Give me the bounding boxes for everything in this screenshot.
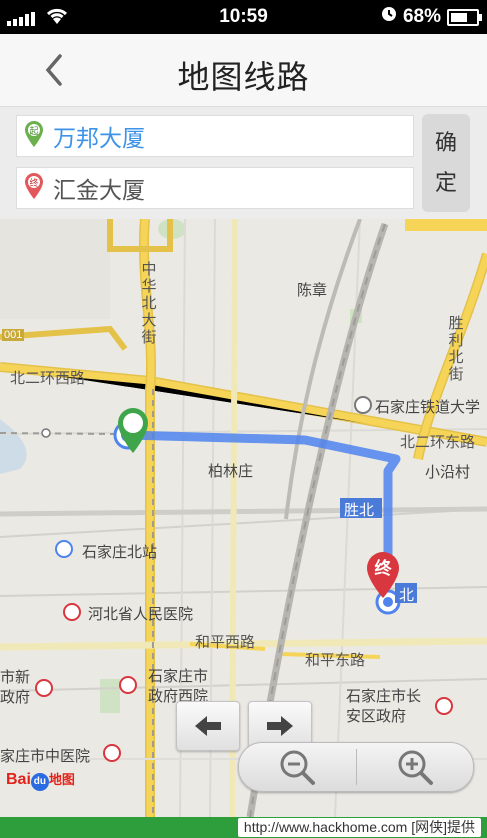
arrow-left-icon	[195, 716, 221, 736]
zoom-in-icon	[398, 750, 433, 785]
end-marker-text: 终	[375, 558, 393, 579]
map-label-zhonghua-north: 中华北大街	[141, 261, 157, 346]
zoom-control	[238, 742, 474, 792]
map-label-north-second-ring-west: 北二环西路	[10, 370, 86, 387]
status-bar: 10:59 68%	[0, 0, 487, 34]
svg-text:起: 起	[29, 126, 38, 137]
map-label-central-hospital: 家庄市中医院	[0, 748, 91, 765]
map-label-heping-west: 和平西路	[195, 634, 256, 651]
zoom-out-icon	[280, 750, 316, 785]
pan-left-button[interactable]	[176, 701, 240, 751]
map-label-city-new-gov: 市新政府	[0, 669, 31, 706]
route-input-panel: 起 万邦大厦 终 汇金大厦 确 定	[0, 107, 487, 219]
arrow-right-icon	[267, 716, 293, 736]
nav-bar: 地图线路	[0, 34, 487, 107]
end-pin-icon: 终	[23, 172, 45, 205]
map-label-xiaoyancun: 小沿村	[425, 464, 471, 481]
rotation-lock-icon	[381, 6, 397, 28]
start-location-field[interactable]: 起 万邦大厦	[16, 115, 414, 157]
start-marker-icon	[118, 408, 148, 453]
map-label-hebei-hospital: 河北省人民医院	[88, 606, 194, 623]
map-pois	[35, 396, 453, 762]
map-view[interactable]: 终 陈章 中华北大街 胜利北街 北二环西路 北二环东路 石家庄铁道大学 柏林庄 …	[0, 219, 487, 817]
map-label-railway-university: 石家庄铁道大学	[375, 399, 481, 416]
source-tag: http://www.hackhome.com [网侠]提供	[237, 818, 481, 837]
confirm-label-1: 确	[434, 130, 457, 155]
battery-icon	[447, 8, 482, 26]
source-footer: http://www.hackhome.com [网侠]提供	[0, 817, 487, 838]
svg-text:终: 终	[29, 177, 38, 189]
battery-fill	[451, 12, 467, 22]
baidu-map-logo: Bai du 地图	[6, 769, 75, 791]
map-label-north-marker: 北	[399, 587, 415, 604]
confirm-button[interactable]: 确 定	[422, 114, 470, 212]
map-label-north-second-ring-east: 北二环东路	[400, 434, 476, 451]
map-label-north-station: 石家庄北站	[82, 544, 158, 561]
end-location-field[interactable]: 终 汇金大厦	[16, 167, 414, 209]
start-location-value: 万邦大厦	[53, 125, 145, 151]
confirm-label-2: 定	[434, 170, 457, 195]
map-label-chenzhang: 陈章	[297, 282, 328, 299]
zoom-out-button[interactable]	[239, 743, 356, 791]
map-label-bailinzhuang: 柏林庄	[208, 463, 254, 480]
start-pin-icon: 起	[23, 120, 45, 153]
map-label-heping-east: 和平东路	[305, 652, 366, 669]
map-label-road-001: 001	[2, 329, 25, 341]
map-label-shengli-north: 胜利北街	[448, 315, 464, 383]
battery-percent: 68%	[402, 6, 441, 27]
zoom-in-button[interactable]	[357, 743, 474, 791]
map-label-chang-an-gov: 石家庄市长安区政府	[346, 688, 422, 725]
page-title: 地图线路	[177, 59, 310, 95]
map-label-shengbei: 胜北	[344, 502, 375, 519]
end-location-value: 汇金大厦	[53, 177, 145, 203]
